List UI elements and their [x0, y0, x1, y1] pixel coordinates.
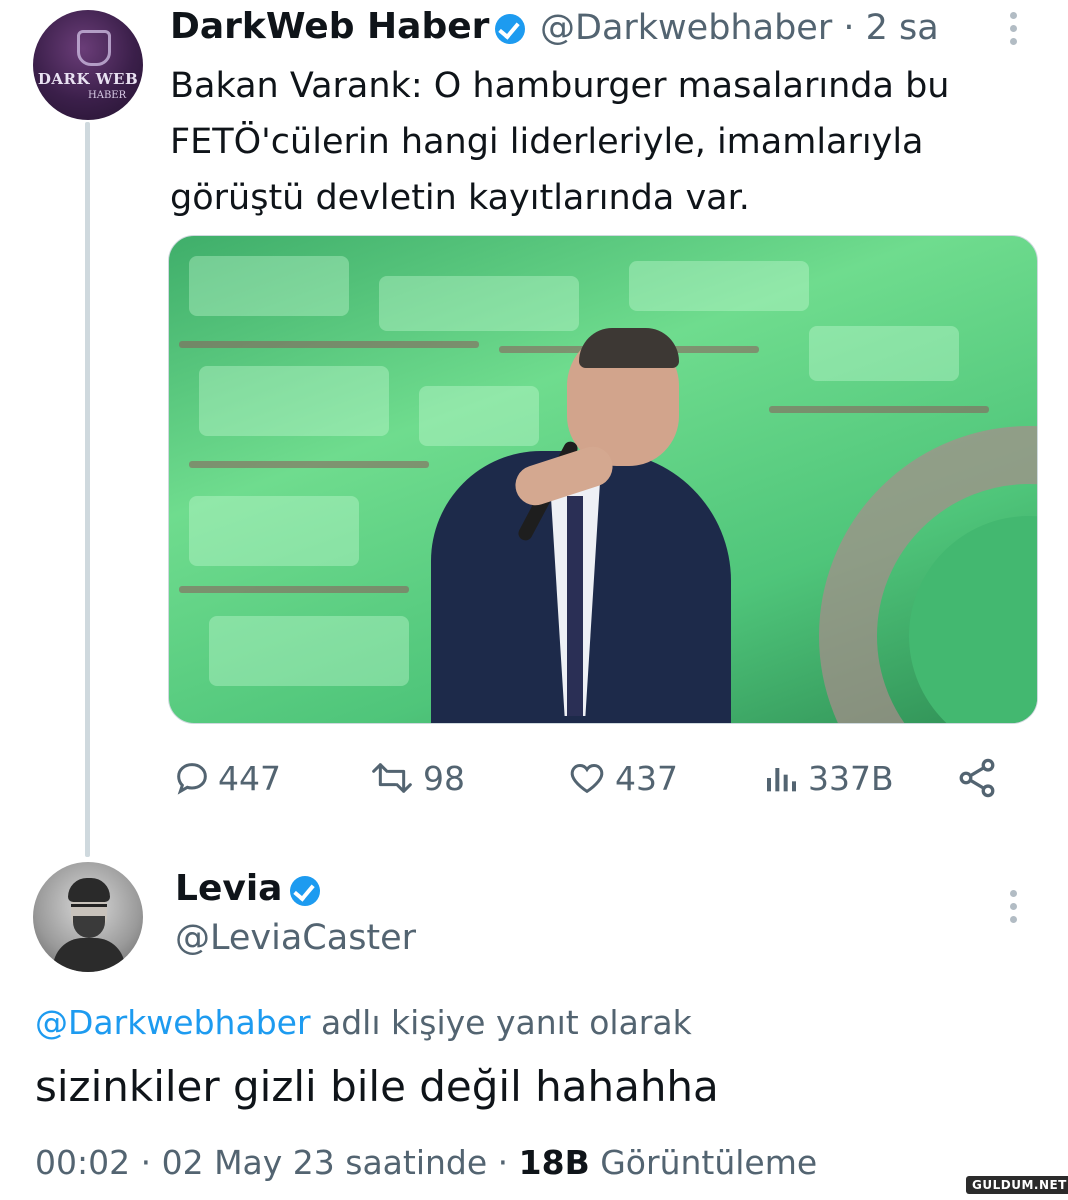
reply-views-label: Görüntüleme [589, 1143, 818, 1182]
more-options-icon[interactable] [1010, 12, 1018, 51]
meta-separator: · [130, 1143, 162, 1182]
retweet-count: 98 [423, 758, 465, 798]
author-name[interactable]: DarkWeb Haber [170, 6, 489, 47]
author-handle[interactable]: @Darkwebhaber · 2 sa [540, 8, 939, 48]
reply-date[interactable]: 02 May 23 saatinde [162, 1143, 488, 1182]
reply-meta: 00:02 · 02 May 23 saatinde · 18B Görüntü… [35, 1143, 817, 1182]
reply-author-name[interactable]: Levia [175, 868, 282, 909]
replying-to-label: adlı kişiye yanıt olarak [310, 1003, 692, 1042]
heart-icon [570, 763, 604, 794]
reply-author-handle[interactable]: @LeviaCaster [175, 918, 416, 958]
reply-text: sizinkiler gizli bile değil hahahha [35, 1062, 719, 1111]
tweet-time[interactable]: · 2 sa [843, 8, 938, 48]
meta-separator: · [487, 1143, 519, 1182]
reply-count: 447 [218, 758, 281, 798]
reply-verified-badge-icon [290, 876, 320, 906]
retweet-button[interactable]: 98 [367, 756, 465, 800]
avatar-logo-sub: HABER [88, 90, 127, 101]
levia-avatar[interactable] [33, 862, 143, 972]
share-icon [959, 758, 995, 798]
tweet-text: Bakan Varank: O hamburger masalarında bu… [170, 66, 950, 218]
reply-more-options-icon[interactable] [1010, 890, 1018, 929]
reply-button[interactable]: 447 [172, 756, 281, 800]
reply-icon [177, 763, 207, 795]
like-count: 437 [615, 758, 678, 798]
replying-to: @Darkwebhaber adlı kişiye yanıt olarak [35, 1003, 692, 1042]
avatar-logo-text: DARK WEB [37, 70, 139, 88]
darkweb-avatar[interactable]: DARK WEB HABER [33, 10, 143, 120]
like-button[interactable]: 437 [565, 756, 678, 800]
views-chart-icon [767, 768, 796, 792]
handle-text[interactable]: @Darkwebhaber [540, 8, 832, 48]
reply-time[interactable]: 00:02 [35, 1143, 130, 1182]
site-watermark: GULDUM.NET [966, 1176, 1068, 1194]
retweet-icon [372, 763, 412, 793]
views-button[interactable]: 337B [762, 756, 894, 800]
share-button[interactable] [955, 756, 1005, 800]
logo-mark-icon [77, 30, 111, 66]
verified-badge-icon [495, 14, 525, 44]
thread-line [85, 122, 90, 857]
replying-to-mention[interactable]: @Darkwebhaber [35, 1003, 311, 1042]
reply-views-count: 18B [518, 1143, 590, 1182]
tweet-photo[interactable] [168, 235, 1038, 724]
view-count: 337B [808, 758, 894, 798]
